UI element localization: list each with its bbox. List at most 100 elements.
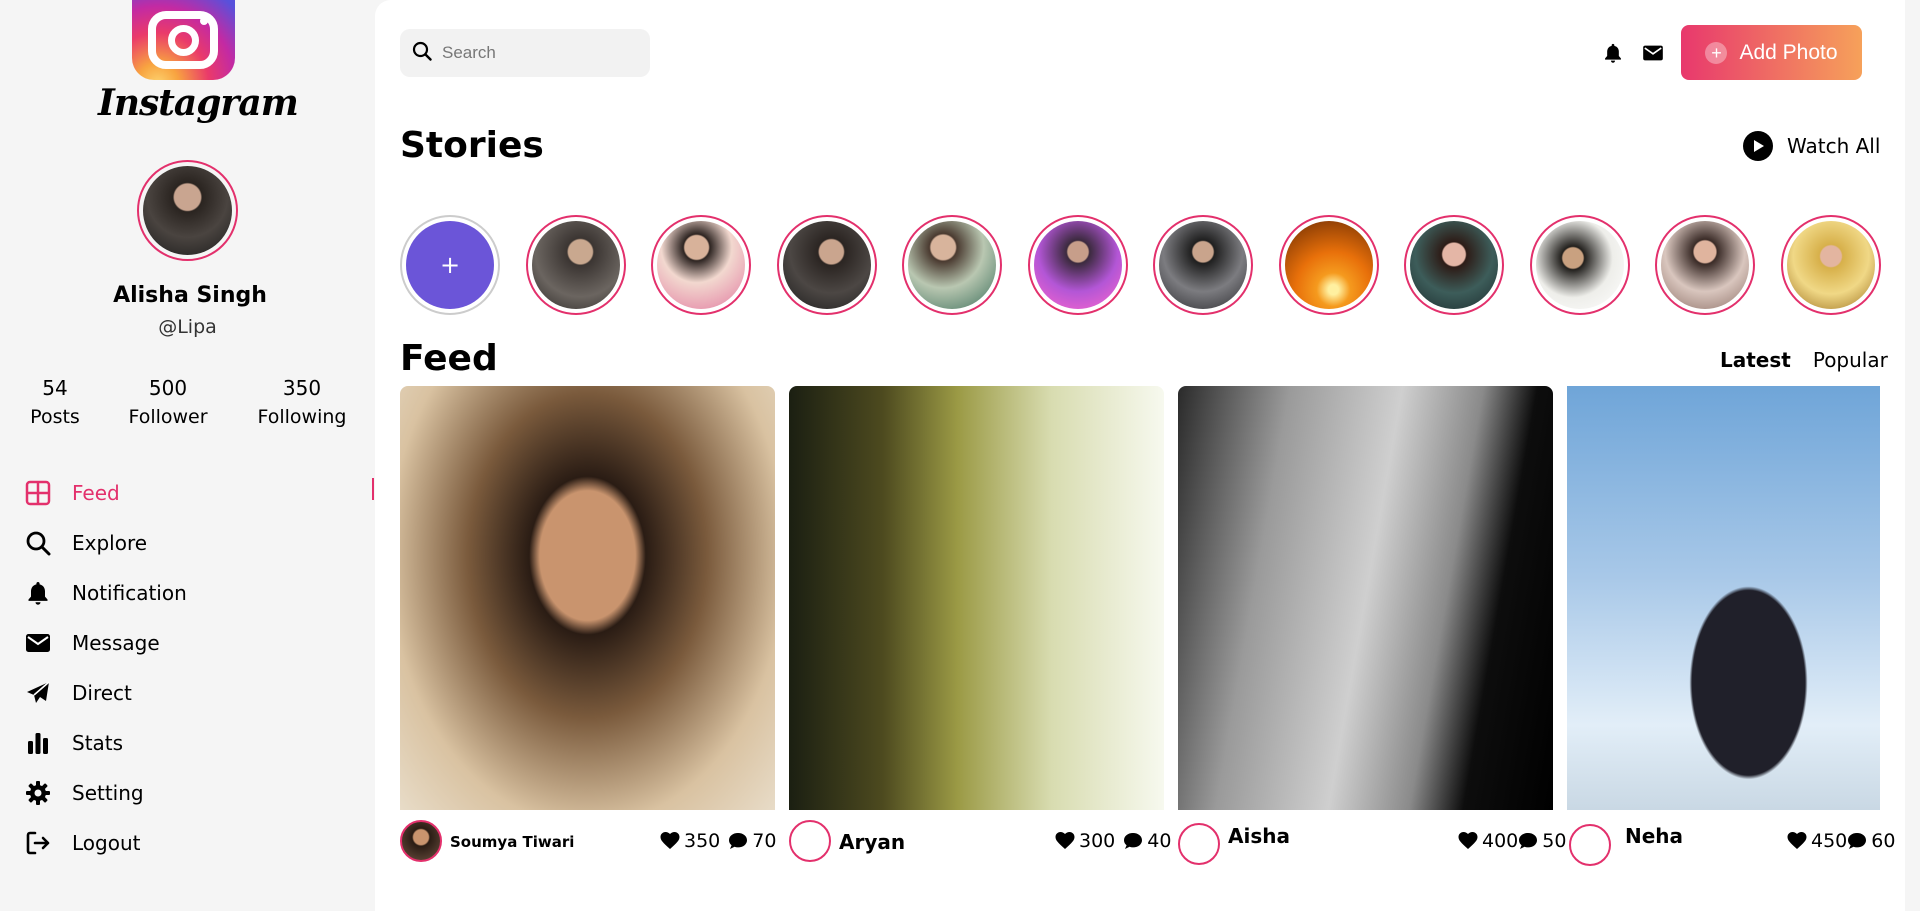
main-content: + Add Photo Stories Watch All + Feed Lat… [375,0,1905,911]
envelope-icon[interactable] [1642,44,1664,66]
comment-icon[interactable] [1847,832,1867,850]
story-avatar[interactable] [776,215,877,315]
author-name[interactable]: Aryan [839,830,905,854]
bell-icon [24,579,52,607]
search-box[interactable] [400,29,650,77]
sidebar-item-direct[interactable]: Direct [24,668,187,718]
post-stats: 400 50 [1458,830,1566,852]
add-story-plus: + [406,221,494,309]
author-avatar[interactable] [400,820,442,862]
profile-avatar[interactable] [137,160,238,261]
heart-icon[interactable] [1787,832,1807,850]
story-avatar[interactable] [902,215,1002,315]
post-footer: Aisha 400 50 [1178,816,1566,866]
sidebar-item-message[interactable]: Message [24,618,187,668]
author-avatar[interactable] [789,820,831,862]
story-avatar[interactable] [651,215,751,315]
stat-value: 54 [42,376,68,400]
stat-posts[interactable]: 54 Posts [25,376,85,428]
sidebar-item-label: Stats [72,731,124,755]
feed-post[interactable]: Soumya Tiwari 350 70 [400,386,776,862]
likes-count: 300 [1079,830,1116,852]
author-name[interactable]: Aisha [1228,824,1290,848]
story-avatar[interactable] [1780,215,1881,315]
search-input[interactable] [442,43,632,63]
stat-label: Following [257,406,347,428]
post-stats: 350 70 [660,830,776,852]
likes-count: 400 [1482,830,1519,852]
comment-icon[interactable] [1518,832,1538,850]
comments-count: 70 [752,830,777,852]
sidebar-item-logout[interactable]: Logout [24,818,187,868]
feed-post[interactable]: Aisha 400 50 [1178,386,1566,865]
logo-text: Instagram [98,82,299,124]
watch-all-button[interactable]: Watch All [1743,131,1880,161]
author-avatar[interactable] [1569,824,1611,866]
comments-count: 40 [1147,830,1172,852]
plus-icon: + [1705,41,1728,64]
bell-icon[interactable] [1603,42,1623,68]
comments-count: 50 [1542,830,1567,852]
heart-icon[interactable] [660,832,680,850]
paper-plane-icon [24,679,52,707]
sidebar-menu: Feed Explore Notification Message Direct [24,468,187,868]
app-logo[interactable]: Instagram [98,0,299,124]
story-avatar[interactable] [1278,215,1379,315]
sidebar-item-notification[interactable]: Notification [24,568,187,618]
instagram-logo-icon [131,0,235,80]
likes-count: 450 [1811,830,1848,852]
watch-all-label: Watch All [1787,134,1881,158]
sidebar-item-label: Logout [72,831,141,855]
sidebar-item-setting[interactable]: Setting [24,768,187,818]
comment-icon[interactable] [728,832,748,850]
heart-icon[interactable] [1055,832,1075,850]
grid-icon [24,479,52,507]
add-photo-button[interactable]: + Add Photo [1681,25,1862,80]
comments-count: 60 [1871,830,1896,852]
story-avatar[interactable] [1027,215,1128,315]
stat-followers[interactable]: 500 Follower [123,376,213,428]
story-avatar[interactable] [1529,215,1630,315]
add-story[interactable]: + [400,215,500,315]
sidebar-item-label: Setting [72,781,144,805]
gear-icon [24,779,52,807]
heart-icon[interactable] [1458,832,1478,850]
envelope-icon [24,629,52,657]
sidebar-item-label: Explore [72,531,148,555]
sidebar-item-label: Direct [72,681,132,705]
feed-post[interactable]: Aryan 300 40 [789,386,1171,862]
story-avatar[interactable] [525,215,626,315]
bar-chart-icon [24,729,52,757]
logout-icon [24,829,52,857]
add-photo-label: Add Photo [1739,40,1838,64]
feed-tabs: Latest Popular [1720,348,1888,372]
sidebar-item-feed[interactable]: Feed [24,468,187,518]
stories-row: + [400,215,1906,315]
stat-following[interactable]: 350 Following [252,376,352,428]
stat-value: 500 [148,376,188,400]
tab-latest[interactable]: Latest [1720,348,1791,372]
post-image[interactable] [1567,386,1880,810]
comment-icon[interactable] [1123,832,1143,850]
stat-label: Posts [30,406,80,428]
stat-label: Follower [128,406,208,428]
author-name[interactable]: Soumya Tiwari [450,833,574,851]
sidebar-item-label: Feed [72,481,120,505]
play-icon [1743,131,1773,161]
post-image[interactable] [1178,386,1553,810]
post-stats: 300 40 [1055,830,1171,852]
sidebar-item-explore[interactable]: Explore [24,518,187,568]
feed-post[interactable]: Neha 450 60 [1567,386,1895,866]
author-avatar[interactable] [1178,823,1220,865]
post-image[interactable] [400,386,775,810]
story-avatar[interactable] [1655,215,1755,315]
post-image[interactable] [789,386,1164,810]
search-icon [24,529,52,557]
sidebar-item-stats[interactable]: Stats [24,718,187,768]
post-stats: 450 60 [1787,830,1895,852]
story-avatar[interactable] [1404,215,1504,315]
stories-title: Stories [400,125,544,166]
story-avatar[interactable] [1153,215,1253,315]
tab-popular[interactable]: Popular [1813,348,1888,372]
author-name[interactable]: Neha [1625,824,1683,848]
